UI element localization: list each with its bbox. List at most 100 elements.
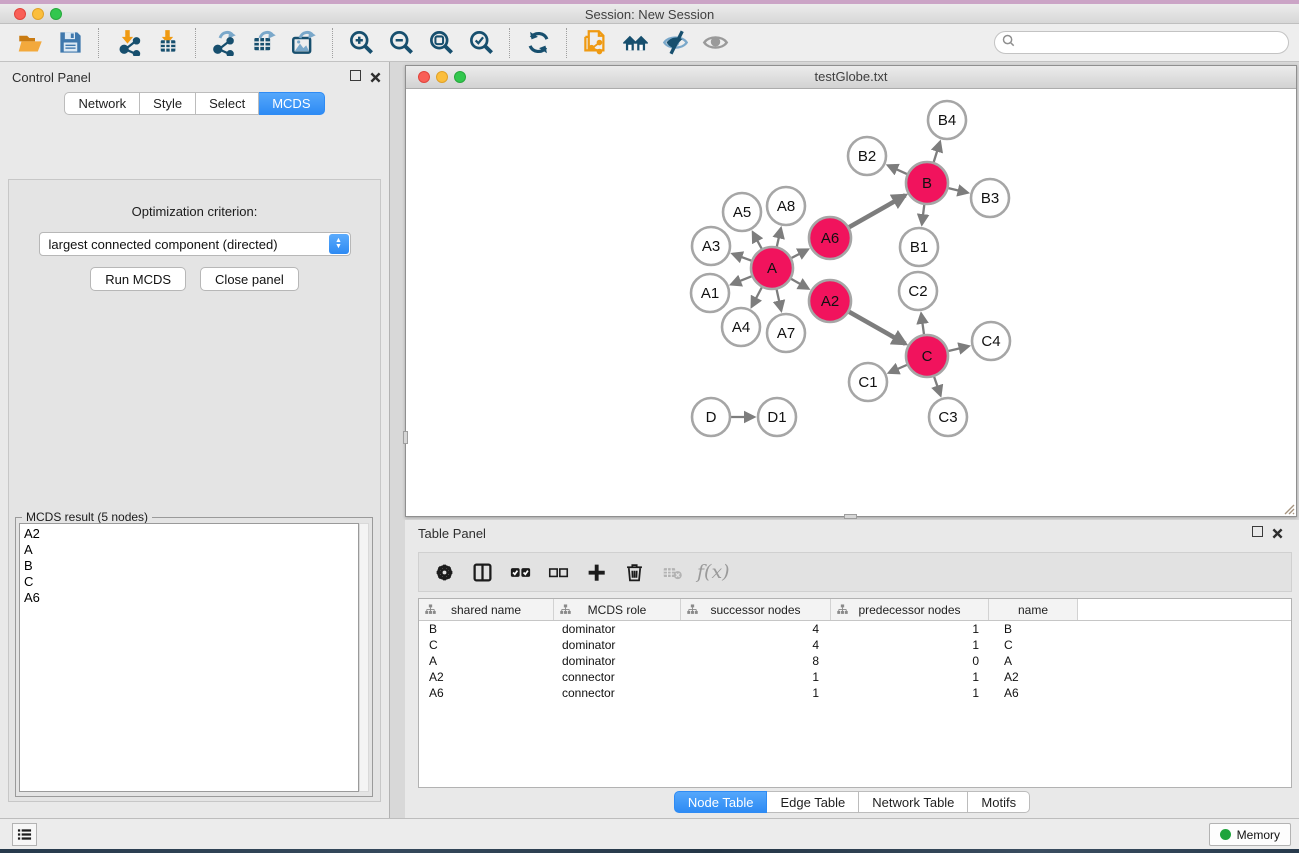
graph-edge-A2-C[interactable] [848,311,905,343]
criterion-dropdown[interactable]: largest connected component (directed) ▲… [39,232,351,256]
graph-node-D[interactable]: D [692,398,730,436]
memory-button[interactable]: Memory [1209,823,1291,846]
table-cell[interactable]: connector [554,670,681,684]
graph-edge-A6-B[interactable] [848,195,905,227]
delete-row-icon[interactable] [617,557,651,587]
network-graph[interactable]: B4B2BB3A5A8A6B1A3AC2A1A2A4A7CC4C1C3DD1 [406,89,1296,516]
refresh-icon[interactable] [518,27,558,59]
save-session-icon[interactable] [50,27,90,59]
column-header-shared-name[interactable]: shared name [419,599,554,620]
table-cell[interactable]: C [989,638,1078,652]
graph-node-B4[interactable]: B4 [928,101,966,139]
close-table-panel-icon[interactable] [1272,526,1283,544]
graph-node-C2[interactable]: C2 [899,272,937,310]
table-cell[interactable]: 8 [681,654,831,668]
graph-node-B1[interactable]: B1 [900,228,938,266]
column-header-predecessor-nodes[interactable]: predecessor nodes [831,599,989,620]
table-cell[interactable]: A2 [989,670,1078,684]
graph-edge-A-A6[interactable] [791,250,808,259]
graph-edge-C-C1[interactable] [889,365,908,373]
run-mcds-button[interactable]: Run MCDS [90,267,186,291]
search-box[interactable] [994,31,1289,54]
tab-node-table[interactable]: Node Table [674,791,768,813]
table-cell[interactable]: A2 [419,670,554,684]
table-cell[interactable]: 0 [831,654,989,668]
export-table-icon[interactable] [244,27,284,59]
table-cell[interactable]: 4 [681,638,831,652]
graph-node-A7[interactable]: A7 [767,314,805,352]
mcds-result-list[interactable]: A2ABCA6 [19,523,359,792]
float-panel-icon[interactable] [350,70,361,81]
graph-node-B3[interactable]: B3 [971,179,1009,217]
import-table-icon[interactable] [147,27,187,59]
graph-edge-C-C3[interactable] [934,376,941,395]
export-image-icon[interactable] [284,27,324,59]
table-cell[interactable]: 1 [831,638,989,652]
table-cell[interactable]: A [989,654,1078,668]
export-network-icon[interactable] [204,27,244,59]
graph-node-A4[interactable]: A4 [722,308,760,346]
table-row[interactable]: Adominator80A [419,653,1291,669]
table-cell[interactable]: 1 [831,670,989,684]
task-history-button[interactable] [12,823,37,846]
table-cell[interactable]: B [419,622,554,636]
table-row[interactable]: A2connector11A2 [419,669,1291,685]
mcds-result-item[interactable]: A2 [24,526,354,542]
tab-network-table[interactable]: Network Table [859,791,968,813]
graph-node-A[interactable]: A [751,247,793,289]
tab-style[interactable]: Style [140,92,196,115]
graph-edge-A-A8[interactable] [777,228,781,247]
table-cell[interactable]: dominator [554,638,681,652]
float-table-panel-icon[interactable] [1252,526,1263,537]
table-cell[interactable]: 1 [831,686,989,700]
search-input[interactable] [1015,36,1288,50]
settings-icon[interactable] [427,557,461,587]
mcds-result-item[interactable]: A [24,542,354,558]
graph-node-C4[interactable]: C4 [972,322,1010,360]
table-row[interactable]: A6connector11A6 [419,685,1291,701]
graph-node-C[interactable]: C [906,335,948,377]
add-row-icon[interactable] [579,557,613,587]
graph-node-A6[interactable]: A6 [809,217,851,259]
zoom-fit-icon[interactable] [421,27,461,59]
mcds-result-item[interactable]: C [24,574,354,590]
graph-node-A3[interactable]: A3 [692,227,730,265]
import-network-icon[interactable] [107,27,147,59]
table-cell[interactable]: A6 [989,686,1078,700]
window-resize-grip[interactable] [1281,501,1295,515]
column-header-successor-nodes[interactable]: successor nodes [681,599,831,620]
show-columns-icon[interactable] [465,557,499,587]
graph-node-A5[interactable]: A5 [723,193,761,231]
node-table[interactable]: shared nameMCDS rolesuccessor nodesprede… [418,598,1292,788]
select-all-icon[interactable] [503,557,537,587]
table-cell[interactable]: 1 [681,686,831,700]
table-row[interactable]: Bdominator41B [419,621,1291,637]
hide-graphics-details-icon[interactable] [655,27,695,59]
graph-node-B2[interactable]: B2 [848,137,886,175]
mcds-result-item[interactable]: A6 [24,590,354,606]
graph-node-A2[interactable]: A2 [809,280,851,322]
table-cell[interactable]: B [989,622,1078,636]
deselect-all-icon[interactable] [541,557,575,587]
table-cell[interactable]: 4 [681,622,831,636]
network-from-document-icon[interactable] [575,27,615,59]
graph-edge-B-B1[interactable] [922,204,925,224]
network-canvas[interactable]: B4B2BB3A5A8A6B1A3AC2A1A2A4A7CC4C1C3DD1 [406,89,1296,516]
graph-edge-B-B3[interactable] [947,188,967,193]
graph-node-A1[interactable]: A1 [691,274,729,312]
graph-node-C3[interactable]: C3 [929,398,967,436]
graph-edge-A-A4[interactable] [752,287,763,307]
table-cell[interactable]: A [419,654,554,668]
table-cell[interactable]: 1 [831,622,989,636]
graph-edge-A-A2[interactable] [790,278,808,288]
graph-edge-B-B2[interactable] [888,165,908,174]
tab-select[interactable]: Select [196,92,259,115]
close-panel-icon[interactable] [370,70,381,88]
divider-handle-left[interactable] [403,431,408,444]
tab-mcds[interactable]: MCDS [259,92,324,115]
home-icon[interactable] [615,27,655,59]
column-header-name[interactable]: name [989,599,1078,620]
graph-edge-B-B4[interactable] [933,142,940,163]
graph-edge-A-A5[interactable] [753,232,762,249]
zoom-out-icon[interactable] [381,27,421,59]
